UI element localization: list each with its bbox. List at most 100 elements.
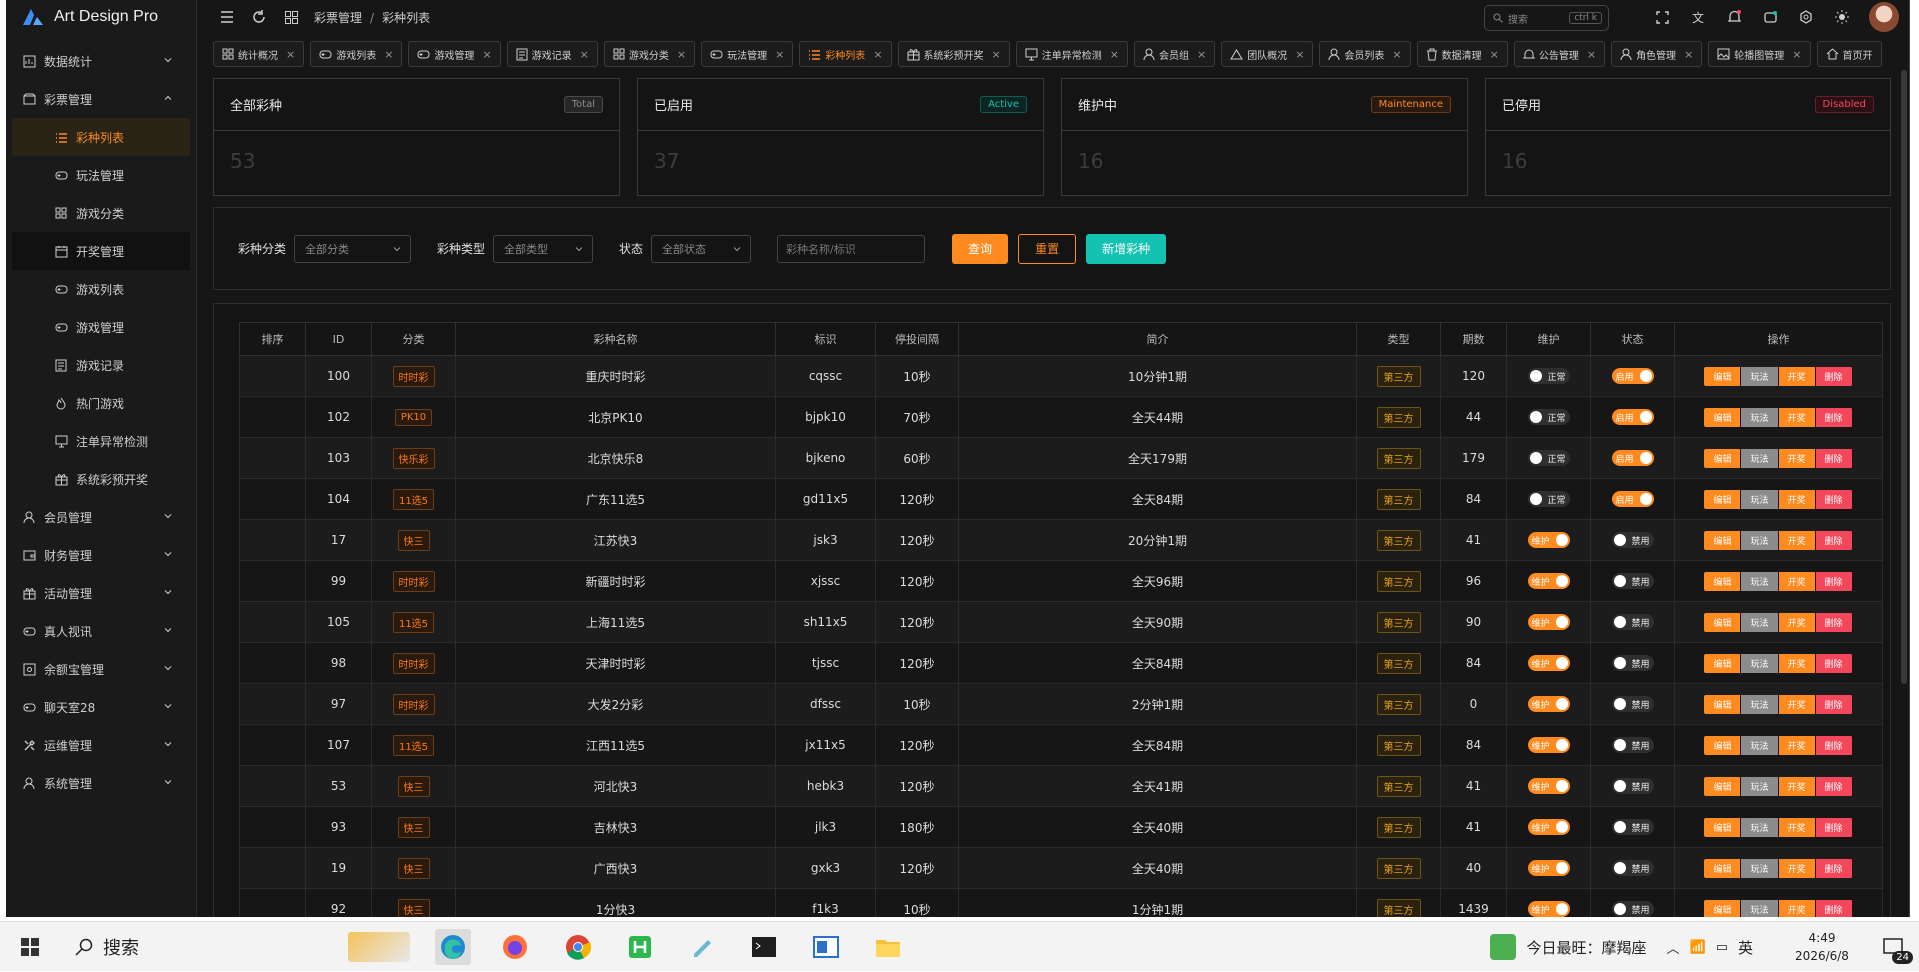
page-tab[interactable]: 玩法管理 × [701,41,794,67]
delete-button[interactable]: 删除 [1815,776,1853,796]
status-toggle[interactable]: 禁用 [1611,737,1654,753]
close-icon[interactable]: × [384,48,393,61]
draw-button[interactable]: 开奖 [1778,776,1816,796]
edit-button[interactable]: 编辑 [1704,530,1742,550]
delete-button[interactable]: 删除 [1815,489,1853,509]
status-toggle[interactable]: 禁用 [1611,655,1654,671]
play-rules-button[interactable]: 玩法 [1741,407,1779,427]
status-toggle[interactable]: 启用 [1611,409,1654,425]
draw-button[interactable]: 开奖 [1778,489,1816,509]
hbuilder-icon[interactable] [622,929,658,965]
sidebar-item[interactable]: 游戏分类 [6,194,196,232]
close-icon[interactable]: × [1197,48,1206,61]
battery-icon[interactable]: ▭ [1716,940,1728,955]
play-rules-button[interactable]: 玩法 [1741,612,1779,632]
draw-button[interactable]: 开奖 [1778,366,1816,386]
edit-button[interactable]: 编辑 [1704,776,1742,796]
vertical-scrollbar[interactable] [1901,70,1907,684]
close-icon[interactable]: × [1684,48,1693,61]
draw-button[interactable]: 开奖 [1778,735,1816,755]
refresh-icon[interactable] [250,8,268,26]
maintenance-toggle[interactable]: 维护 [1527,819,1570,835]
status-select[interactable]: 全部状态 [651,234,752,263]
edit-button[interactable]: 编辑 [1704,448,1742,468]
ime-indicator[interactable]: 英 [1738,937,1753,958]
maintenance-toggle[interactable]: 维护 [1527,901,1570,917]
sidebar-item[interactable]: 彩票管理 [6,80,196,118]
notification-icon[interactable] [1725,8,1743,26]
draw-button[interactable]: 开奖 [1778,571,1816,591]
delete-button[interactable]: 删除 [1815,817,1853,837]
play-rules-button[interactable]: 玩法 [1741,817,1779,837]
edit-button[interactable]: 编辑 [1704,817,1742,837]
page-tab[interactable]: 会员组 × [1133,41,1216,67]
tray-chevron-icon[interactable]: ︿ [1666,938,1679,957]
page-tab[interactable]: 统计概况 × [213,41,305,67]
sidebar-item[interactable]: 系统彩预开奖 [6,460,196,498]
edit-button[interactable]: 编辑 [1704,858,1742,878]
maintenance-toggle[interactable]: 维护 [1527,696,1570,712]
close-icon[interactable]: × [580,48,589,61]
keyword-input[interactable]: 彩种名称/标识 [777,234,926,263]
status-toggle[interactable]: 禁用 [1611,696,1654,712]
sidebar-item[interactable]: 游戏列表 [6,270,196,308]
maintenance-toggle[interactable]: 维护 [1527,737,1570,753]
status-toggle[interactable]: 禁用 [1611,614,1654,630]
app-window-icon[interactable] [808,929,844,965]
delete-button[interactable]: 删除 [1815,694,1853,714]
clock[interactable]: 4:49 2026/6/8 [1787,929,1857,965]
close-icon[interactable]: × [873,48,882,61]
draw-button[interactable]: 开奖 [1778,530,1816,550]
status-toggle[interactable]: 启用 [1611,491,1654,507]
page-tab[interactable]: 游戏列表 × [310,41,403,67]
draw-button[interactable]: 开奖 [1778,858,1816,878]
chrome-icon[interactable] [560,929,596,965]
edit-button[interactable]: 编辑 [1704,489,1742,509]
page-tab[interactable]: 注单异常检测 × [1015,41,1128,67]
sidebar-item[interactable]: 活动管理 [6,574,196,612]
close-icon[interactable]: × [482,48,491,61]
delete-button[interactable]: 删除 [1815,448,1853,468]
sidebar-item[interactable]: 财务管理 [6,536,196,574]
delete-button[interactable]: 删除 [1815,858,1853,878]
sidebar-item[interactable]: 彩种列表 [12,118,190,156]
play-rules-button[interactable]: 玩法 [1741,858,1779,878]
play-rules-button[interactable]: 玩法 [1741,776,1779,796]
maintenance-toggle[interactable]: 维护 [1527,778,1570,794]
delete-button[interactable]: 删除 [1815,735,1853,755]
draw-button[interactable]: 开奖 [1778,653,1816,673]
delete-button[interactable]: 删除 [1815,530,1853,550]
file-explorer-icon[interactable] [870,929,906,965]
play-rules-button[interactable]: 玩法 [1741,489,1779,509]
edit-button[interactable]: 编辑 [1704,653,1742,673]
search-box[interactable]: 搜索 ctrl k [1484,5,1609,31]
edit-button[interactable]: 编辑 [1704,366,1742,386]
page-tab[interactable]: 轮播图管理 × [1708,41,1811,67]
delete-button[interactable]: 删除 [1815,899,1853,917]
close-icon[interactable]: × [1392,48,1401,61]
close-icon[interactable]: × [1792,48,1801,61]
taskbar-search[interactable]: 搜索 [65,930,410,964]
maintenance-toggle[interactable]: 正常 [1527,409,1570,425]
query-button[interactable]: 查询 [952,233,1009,264]
page-tab[interactable]: 数据清理 × [1416,41,1508,67]
maintenance-toggle[interactable]: 维护 [1527,573,1570,589]
add-lottery-button[interactable]: 新增彩种 [1086,233,1167,264]
close-icon[interactable]: × [1490,48,1499,61]
close-icon[interactable]: × [677,48,686,61]
status-toggle[interactable]: 禁用 [1611,573,1654,589]
edit-button[interactable]: 编辑 [1704,735,1742,755]
edit-button[interactable]: 编辑 [1704,407,1742,427]
menu-toggle-icon[interactable] [218,8,236,26]
maintenance-toggle[interactable]: 维护 [1527,532,1570,548]
weather-widget-icon[interactable] [1490,934,1517,960]
sidebar-item[interactable]: 余额宝管理 [6,650,196,688]
chat-icon[interactable] [1761,8,1779,26]
sidebar-item[interactable]: 游戏记录 [6,346,196,384]
close-icon[interactable]: × [992,48,1001,61]
status-toggle[interactable]: 禁用 [1611,778,1654,794]
translate-icon[interactable]: 文 [1689,8,1707,26]
page-tab[interactable]: 会员列表 × [1319,41,1411,67]
maintenance-toggle[interactable]: 正常 [1527,491,1570,507]
edit-button[interactable]: 编辑 [1704,694,1742,714]
